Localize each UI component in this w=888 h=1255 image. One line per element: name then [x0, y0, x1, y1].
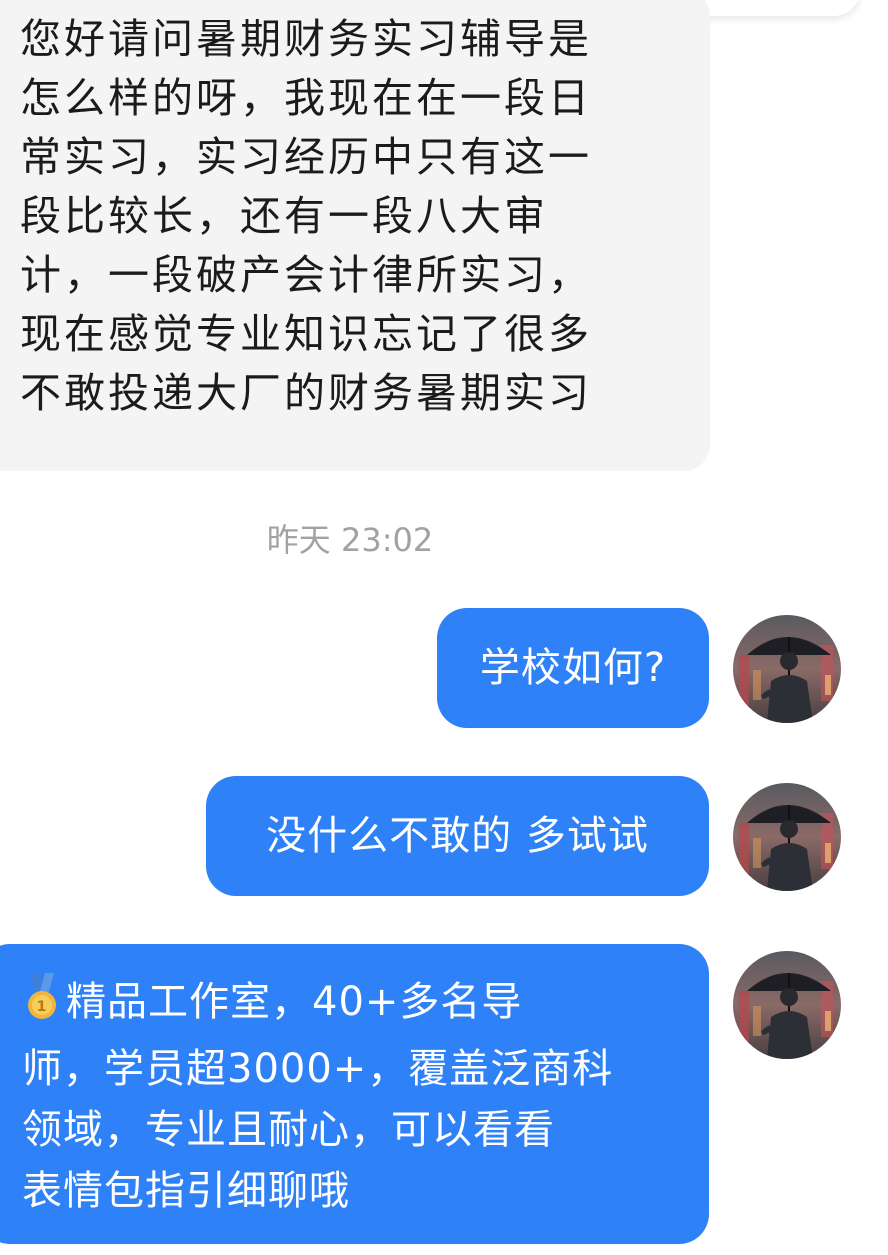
outgoing-message-bubble[interactable]: 1 精品工作室，40+多名导 师，学员超3000+，覆盖泛商科 领域，专业且耐心…: [0, 944, 709, 1244]
outgoing-message-bubble[interactable]: 没什么不敢的 多试试: [206, 776, 709, 896]
incoming-message-bubble[interactable]: 您好请问暑期财务实习辅导是 怎么样的呀，我现在在一段日 常实习，实习经历中只有这…: [0, 0, 710, 471]
avatar-umbrella-man-icon: [733, 951, 841, 1059]
user-avatar[interactable]: [733, 615, 841, 723]
message-timestamp: 昨天 23:02: [266, 521, 434, 559]
user-avatar[interactable]: [733, 783, 841, 891]
message-text: 精品工作室，40+多名导 师，学员超3000+，覆盖泛商科 领域，专业且耐心，可…: [22, 979, 614, 1214]
user-avatar[interactable]: [733, 951, 841, 1059]
avatar-umbrella-man-icon: [733, 615, 841, 723]
avatar-umbrella-man-icon: [733, 783, 841, 891]
outgoing-message-bubble[interactable]: 学校如何?: [437, 608, 709, 728]
medal-icon: 1: [22, 973, 62, 1039]
svg-text:1: 1: [37, 999, 48, 1015]
